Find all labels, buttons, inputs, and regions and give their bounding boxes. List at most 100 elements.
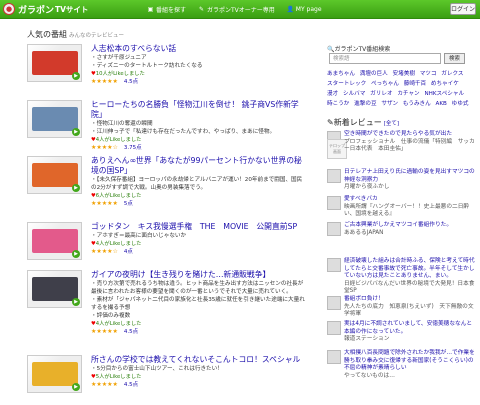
message-icon: ✎ <box>199 6 205 13</box>
rating-score: 5点 <box>123 201 133 207</box>
logo-suffix: TVサイト <box>55 4 89 14</box>
thumbnail-image <box>32 107 78 131</box>
search-input[interactable]: 検索語 <box>329 53 441 64</box>
review-program[interactable]: プロフェッショナル 仕事の流儀「特別編 サッカー日本代表 本田圭佑」 <box>344 139 477 154</box>
play-icon[interactable]: ▶ <box>72 184 80 192</box>
like-count: ♥4人がLikeしました <box>91 136 306 144</box>
login-button[interactable]: ログイン <box>450 3 476 15</box>
main-nav: ▣ 番組を探す ✎ ガラポンTVオーナー専用 👤 MY page <box>147 0 334 19</box>
page-title: 人気の番組 <box>27 30 67 39</box>
tag-link[interactable]: ガリレオ <box>370 91 392 97</box>
nav-my-page[interactable]: 👤 MY page <box>287 6 322 13</box>
review-quote[interactable]: 実は4月に不調されていまして、安徳美穂ななんと本編の作になっていた。 <box>344 321 477 336</box>
tag-link[interactable]: あまちゃん <box>327 71 355 77</box>
avatar[interactable] <box>327 258 341 272</box>
review-program[interactable]: 日経ビジパバなんだい世界の秘境で大発見！日本食堂SP <box>344 281 477 296</box>
tag-link[interactable]: 進撃の豆 <box>354 101 376 107</box>
program-note: ・怪物江川の奪還の瞬間 <box>91 121 153 127</box>
star-icons: ★★★★★ <box>91 200 118 207</box>
tag-link[interactable]: 満壇の巨人 <box>360 71 388 77</box>
play-icon[interactable]: ▶ <box>72 383 80 391</box>
program-title[interactable]: 人志松本のすべらない話 <box>91 44 306 54</box>
tag-link[interactable]: めちゃイケ <box>431 81 459 87</box>
play-icon[interactable]: ▶ <box>72 250 80 258</box>
program-title[interactable]: 所さんの学校では教えてくれないそこんトコロ！スペシャル <box>91 355 306 365</box>
tag-link[interactable]: NHKスペシャル <box>424 91 464 97</box>
search-button[interactable]: 検索 <box>444 53 465 64</box>
tag-link[interactable]: 漫才 <box>327 91 338 97</box>
avatar[interactable] <box>327 222 341 236</box>
program-title[interactable]: ゴッドタン キス我慢選手権 THE MOVIE 公開直前SP <box>91 222 306 232</box>
reviews-all-link[interactable]: [全て] <box>384 121 399 127</box>
program-title[interactable]: ヒーローたちの名勝負「怪物江川を倒せ！ 銚子商VS作新学院」 <box>91 100 306 120</box>
tag-link[interactable]: サザン <box>381 101 398 107</box>
program-thumbnail[interactable]: ▶ <box>27 222 82 260</box>
tag-link[interactable]: ぺっちゃん <box>371 81 399 87</box>
program-note: ・ディズニーのタートルトーク訪れたくなる <box>91 63 203 69</box>
avatar[interactable] <box>327 321 341 335</box>
site-logo[interactable]: ● ガラポン TVサイト <box>3 2 88 16</box>
review-quote[interactable]: 番組ボロ負け！ <box>344 296 477 304</box>
review-program[interactable]: 先人たちの底力 知恵泉(ちえいず) 天下無敵の文学将軍 <box>344 304 477 319</box>
review-quote[interactable]: ご古本興業がしかえマツコイ番組作りた。 <box>344 222 477 230</box>
logo-ball-icon: ● <box>3 3 15 15</box>
program-thumbnail[interactable]: ▶ <box>27 156 82 194</box>
program-thumbnail[interactable]: ▶ <box>27 44 82 82</box>
tag-link[interactable]: ガレクス <box>441 71 463 77</box>
nav-label: MY page <box>295 6 322 13</box>
like-text: 4人がLikeしました <box>95 241 142 247</box>
program-thumbnail[interactable]: ▶ <box>27 100 82 138</box>
like-count: ♥10人がLikeしました <box>91 70 306 78</box>
program-note: ・5分目からの富士山下山ツアー、これは行きたい！ <box>91 366 223 372</box>
nav-label: 番組を探す <box>156 7 187 14</box>
program-note: ・江川伸っ子で「私達けも存在だったんですわ、やっぱり、まあに怪物。 <box>91 129 276 135</box>
thumbnail-image <box>32 277 78 301</box>
nav-owner-only[interactable]: ✎ ガラポンTVオーナー専用 <box>198 5 275 14</box>
play-icon[interactable]: ▶ <box>72 72 80 80</box>
like-text: 10人がLikeしました <box>95 71 145 77</box>
star-icons: ★★★★☆ <box>91 248 118 255</box>
tag-cloud: あまちゃん 満壇の巨人 安堵美樹 マツコ ガレクス スタートレック ぺっちゃん … <box>327 69 472 109</box>
play-icon[interactable]: ▶ <box>72 298 80 306</box>
reviews-title: 新着レビュー <box>333 118 382 127</box>
program-title[interactable]: ありえへん∞世界「あなたが99パーセント行かない世界の秘境の国SP」 <box>91 156 306 176</box>
review-quote[interactable]: 空き時間ができたので見たらやる気が出た <box>344 131 477 139</box>
nav-search-programs[interactable]: ▣ 番組を探す <box>147 5 186 14</box>
like-text: 4人がLikeしました <box>95 137 142 143</box>
avatar[interactable] <box>327 196 341 210</box>
program-title[interactable]: ガイアの夜明け【生き残りを賭けた…新通販戦争】 <box>91 270 306 280</box>
tag-link[interactable]: もうみきん <box>403 101 431 107</box>
review-quote[interactable]: 大相撲八百長問題で除外されたか我我が…で作業を勝ち取り拳み交に復帰する新国家(そ… <box>344 350 477 373</box>
program-thumbnail[interactable]: ▶ <box>27 270 82 308</box>
nav-label: ガラポンTVオーナー専用 <box>207 7 275 14</box>
play-icon[interactable]: ▶ <box>72 128 80 136</box>
review-program[interactable]: 報道ステーション <box>344 336 477 344</box>
tag-link[interactable]: AKB <box>436 101 447 107</box>
program-thumbnail[interactable]: ▶ <box>27 355 82 393</box>
tag-link[interactable]: ゆゆ式 <box>452 101 469 107</box>
review-program[interactable]: 月曜から夜ふかし <box>344 184 477 192</box>
review-program[interactable]: やってないものは… <box>344 373 477 381</box>
tag-link[interactable]: シルバマ <box>343 91 365 97</box>
rating-score: 3.75点 <box>123 145 142 151</box>
review-quote[interactable]: 経済破壊した組みは合計時ふる、保険と考えて時代してたらと交番事故で死亡事故。半年… <box>344 258 477 281</box>
program-note: ・【未久保存番組】ヨーロッパの永劫帰とアルバニアが運い！20年前まで闘国、国民の… <box>91 177 303 191</box>
tag-link[interactable]: 時こうか <box>327 101 349 107</box>
review-quote[interactable]: 日テレアナ上田えり氏に過輸の姿を見出すマツコの神経な洞察力 <box>344 169 477 184</box>
review-program[interactable]: 映画所謂『ハングオーバー！！史上最悪の二日酔い、国境を越える』 <box>344 204 477 219</box>
avatar[interactable] <box>327 169 341 183</box>
review-quote[interactable]: 愛すべきバカ <box>344 196 477 204</box>
review-program[interactable]: ああるるJAPAN <box>344 230 477 238</box>
tag-link[interactable]: 藤崎千百 <box>404 81 426 87</box>
tag-link[interactable]: 安堵美樹 <box>393 71 415 77</box>
avatar[interactable] <box>327 350 341 364</box>
tag-link[interactable]: スタートレック <box>327 81 366 87</box>
tag-link[interactable]: カチャン <box>397 91 419 97</box>
user-icon: 👤 <box>286 6 295 13</box>
thumbnail-image <box>32 51 78 75</box>
star-icons: ★★★★★ <box>91 328 118 335</box>
like-count: ♥6人がLikeしました <box>91 192 306 200</box>
tag-link[interactable]: マツコ <box>420 71 437 77</box>
avatar[interactable] <box>327 296 341 310</box>
like-text: 5人がLikeしました <box>95 374 142 380</box>
